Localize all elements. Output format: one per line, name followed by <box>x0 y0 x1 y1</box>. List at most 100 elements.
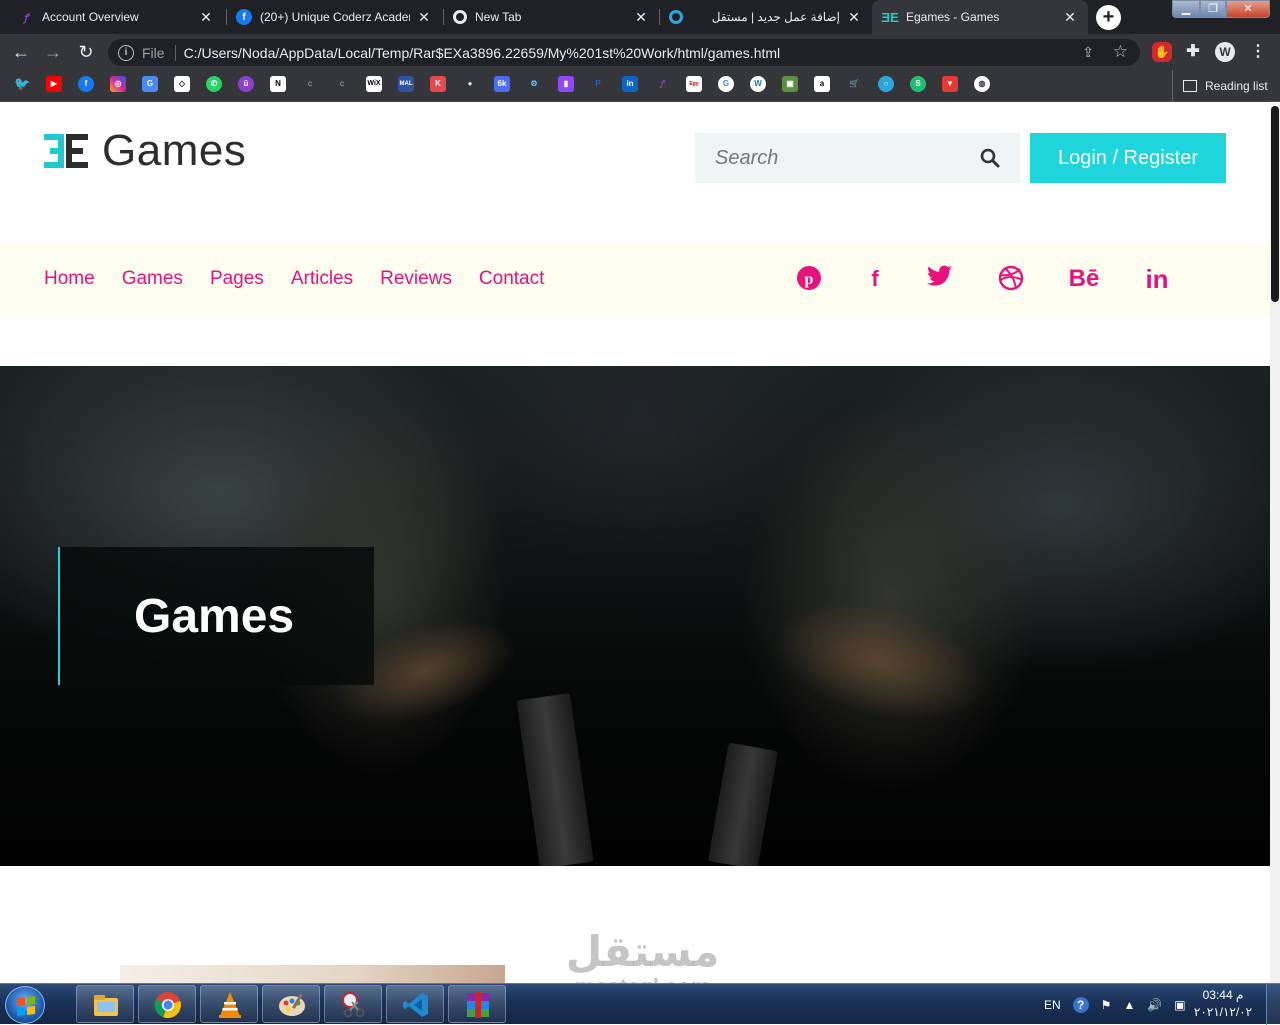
webpage: Games Login / Register Home Games Pages … <box>0 103 1270 983</box>
taskbar-chrome[interactable] <box>138 985 196 1023</box>
close-tab-icon[interactable]: ✕ <box>846 9 862 26</box>
whatsapp-bookmark-icon[interactable]: ✆ <box>206 76 222 92</box>
tab-title: Egames - Games <box>906 10 1000 24</box>
steam-bookmark-icon[interactable]: ⚙ <box>526 76 542 92</box>
scrollbar-thumb[interactable] <box>1271 106 1279 302</box>
twitter-bookmark-icon[interactable]: 🐦 <box>14 76 30 92</box>
tab-unique-coderz[interactable]: f (20+) Unique Coderz Academy ✕ <box>226 0 442 34</box>
egybest-bookmark-icon[interactable]: Egy <box>686 76 702 92</box>
mal-bookmark-icon[interactable]: MAL <box>398 76 414 92</box>
search-icon[interactable] <box>980 148 1000 168</box>
adblock-extension-icon[interactable]: ✋ <box>1152 42 1172 62</box>
behance-icon[interactable]: Bē <box>1064 265 1104 293</box>
facebook-bookmark-icon[interactable]: f <box>78 76 94 92</box>
network-icon[interactable]: ▣ <box>1174 998 1185 1012</box>
taskbar-file-explorer[interactable] <box>76 985 134 1023</box>
bookmark-c-icon[interactable]: c <box>302 76 318 92</box>
action-center-icon[interactable]: ⚑ <box>1101 998 1112 1012</box>
cart-bookmark-icon[interactable]: 🛒 <box>846 76 862 92</box>
reading-list-icon <box>1183 80 1197 92</box>
windows-logo-icon <box>17 996 35 1016</box>
twitch-bookmark-icon[interactable]: ▮ <box>558 76 574 92</box>
nav-home[interactable]: Home <box>44 268 95 290</box>
k-bookmark-icon[interactable]: K <box>430 76 446 92</box>
tab-new-tab[interactable]: New Tab ✕ <box>443 0 659 34</box>
game-thumbnail-image[interactable] <box>120 965 505 983</box>
nav-pages[interactable]: Pages <box>210 268 264 290</box>
linkedin-icon[interactable]: in <box>1142 265 1172 293</box>
watermark-arabic: مستقل <box>565 927 720 976</box>
dribbble-icon[interactable] <box>998 265 1026 293</box>
pinterest-icon[interactable]: p <box>796 265 824 293</box>
taskbar-winrar[interactable] <box>448 985 506 1023</box>
start-button[interactable] <box>5 986 45 1024</box>
nav-articles[interactable]: Articles <box>291 268 353 290</box>
download-bookmark-icon[interactable]: ▼ <box>942 76 958 92</box>
nav-games[interactable]: Games <box>122 268 183 290</box>
reading-list-button[interactable]: Reading list <box>1172 70 1268 102</box>
nav-reviews[interactable]: Reviews <box>380 268 452 290</box>
minimize-button[interactable]: ▁ <box>1172 0 1200 18</box>
reload-icon[interactable]: ↻ <box>74 40 98 64</box>
show-desktop-button[interactable] <box>1266 984 1280 1025</box>
taskbar-vscode[interactable] <box>386 985 444 1023</box>
udemy-bookmark-icon[interactable]: ū <box>238 76 254 92</box>
url-scheme-label: File <box>142 44 165 61</box>
taskbar-vlc[interactable] <box>200 985 258 1023</box>
twitter-icon[interactable] <box>927 265 955 293</box>
close-tab-icon[interactable]: ✕ <box>416 9 432 26</box>
vscode-icon <box>403 993 428 1017</box>
facebook-icon: f <box>236 9 252 25</box>
instagram-bookmark-icon[interactable]: ◎ <box>110 76 126 92</box>
image-bookmark-icon[interactable]: ▣ <box>782 76 798 92</box>
github-bookmark-icon[interactable]: ● <box>462 76 478 92</box>
site-info-icon[interactable]: i <box>118 44 134 61</box>
s-bookmark-icon[interactable]: S <box>910 76 926 92</box>
mostaql-bookmark-icon[interactable]: ○ <box>878 76 894 92</box>
close-tab-icon[interactable]: ✕ <box>198 9 214 26</box>
bookmark-c-icon[interactable]: c <box>334 76 350 92</box>
share-icon[interactable]: ⇪ <box>1082 44 1094 61</box>
address-bar[interactable]: i File C:/Users/Noda/AppData/Local/Temp/… <box>108 39 1140 66</box>
login-register-button[interactable]: Login / Register <box>1030 133 1226 183</box>
tab-egames[interactable]: ƎE Egames - Games ✕ <box>872 0 1088 34</box>
language-indicator[interactable]: EN <box>1044 998 1061 1012</box>
chrome-menu-icon[interactable]: ⋮ <box>1248 42 1268 62</box>
google-bookmark-icon[interactable]: G <box>718 76 734 92</box>
globe-bookmark-icon[interactable]: ◍ <box>974 76 990 92</box>
google-translate-bookmark-icon[interactable]: G <box>142 76 158 92</box>
help-icon[interactable]: ? <box>1072 996 1089 1013</box>
close-tab-icon[interactable]: ✕ <box>1062 9 1078 26</box>
bookmark-star-icon[interactable]: ☆ <box>1113 42 1128 62</box>
new-tab-button[interactable]: + <box>1096 5 1121 30</box>
maximize-button[interactable]: ❐ <box>1200 0 1226 18</box>
search-input[interactable] <box>695 133 955 183</box>
paypal-bookmark-icon[interactable]: P <box>590 76 606 92</box>
notion-bookmark-icon[interactable]: N <box>270 76 286 92</box>
back-icon[interactable]: ← <box>9 40 33 64</box>
forward-icon[interactable]: → <box>41 40 65 64</box>
close-window-button[interactable]: ✕ <box>1226 0 1270 18</box>
system-clock[interactable]: 03:44 م ٢٠٢١/١٢/٠٢ <box>1188 987 1258 1021</box>
tray-expand-icon[interactable]: ▲ <box>1123 998 1135 1012</box>
url-text[interactable]: C:/Users/Noda/AppData/Local/Temp/Rar$EXa… <box>184 45 781 61</box>
profile-avatar[interactable]: W <box>1215 42 1235 62</box>
tab-account-overview[interactable]: ꝭ Account Overview ✕ <box>8 0 224 34</box>
tab-mostaql[interactable]: إضافة عمل جديد | مستقل ✕ <box>659 0 872 34</box>
amazon-bookmark-icon[interactable]: a <box>814 76 830 92</box>
linkedin-bookmark-icon[interactable]: in <box>622 76 638 92</box>
codepen-bookmark-icon[interactable]: ◇ <box>174 76 190 92</box>
site-logo[interactable]: Games <box>44 126 246 175</box>
facebook-icon[interactable]: f <box>862 265 888 293</box>
youtube-bookmark-icon[interactable]: ▶ <box>46 76 62 92</box>
taskbar-paint[interactable] <box>262 985 320 1023</box>
close-tab-icon[interactable]: ✕ <box>633 9 649 26</box>
volume-icon[interactable]: 🔊 <box>1147 998 1162 1012</box>
extensions-puzzle-icon[interactable]: ✚ <box>1183 42 1203 62</box>
6k-bookmark-icon[interactable]: 6k <box>494 76 510 92</box>
nav-contact[interactable]: Contact <box>479 268 544 290</box>
taskbar-snipping-tool[interactable] <box>324 985 382 1023</box>
skrill-bookmark-icon[interactable]: ꝭ <box>654 76 670 92</box>
wordpress-bookmark-icon[interactable]: W <box>750 76 766 92</box>
wix-bookmark-icon[interactable]: WiX <box>366 76 382 92</box>
